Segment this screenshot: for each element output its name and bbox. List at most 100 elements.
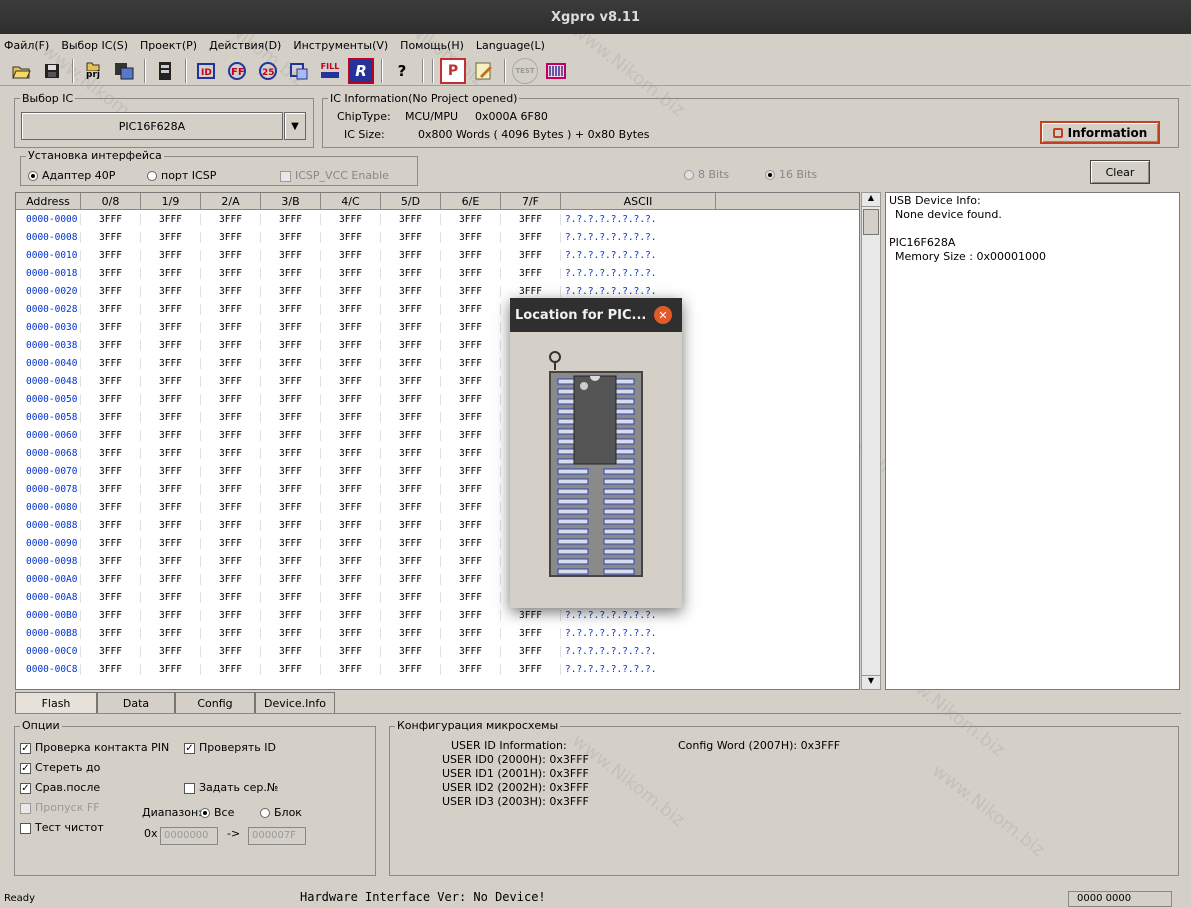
- 16-bits-radio[interactable]: 16 Bits: [765, 168, 817, 181]
- hex-cell[interactable]: 3FFF: [441, 393, 501, 405]
- hex-cell[interactable]: 3FFF: [81, 591, 141, 603]
- hex-cell[interactable]: 3FFF: [141, 447, 201, 459]
- hex-cell[interactable]: 3FFF: [321, 411, 381, 423]
- help-question-icon[interactable]: ?: [389, 58, 415, 84]
- tab-data[interactable]: Data: [97, 692, 175, 713]
- range-to-input[interactable]: 000007F: [248, 827, 306, 845]
- hex-cell[interactable]: 3FFF: [321, 645, 381, 657]
- hex-cell[interactable]: 3FFF: [81, 249, 141, 261]
- hex-cell[interactable]: 3FFF: [381, 411, 441, 423]
- hex-cell[interactable]: 3FFF: [261, 231, 321, 243]
- hex-cell[interactable]: 3FFF: [261, 519, 321, 531]
- hex-cell[interactable]: 3FFF: [81, 339, 141, 351]
- check-id-checkbox[interactable]: ✓ Проверять ID: [184, 741, 276, 754]
- hex-cell[interactable]: 3FFF: [441, 339, 501, 351]
- hex-cell[interactable]: 3FFF: [261, 411, 321, 423]
- hex-cell[interactable]: 3FFF: [381, 645, 441, 657]
- hex-cell[interactable]: 3FFF: [261, 609, 321, 621]
- hex-cell[interactable]: 3FFF: [381, 465, 441, 477]
- hex-cell[interactable]: 3FFF: [441, 501, 501, 513]
- hex-cell[interactable]: 3FFF: [321, 285, 381, 297]
- hex-cell[interactable]: 3FFF: [441, 429, 501, 441]
- hex-cell[interactable]: 3FFF: [321, 465, 381, 477]
- hex-cell[interactable]: 3FFF: [81, 429, 141, 441]
- hex-cell[interactable]: 3FFF: [321, 447, 381, 459]
- hex-cell[interactable]: 3FFF: [261, 339, 321, 351]
- hex-cell[interactable]: 3FFF: [381, 375, 441, 387]
- hex-cell[interactable]: 3FFF: [441, 663, 501, 675]
- hex-cell[interactable]: 3FFF: [321, 555, 381, 567]
- hex-cell[interactable]: 3FFF: [381, 231, 441, 243]
- hex-cell[interactable]: 3FFF: [321, 375, 381, 387]
- hex-cell[interactable]: 3FFF: [261, 249, 321, 261]
- blank-check-icon[interactable]: [286, 58, 312, 84]
- hex-cell[interactable]: 3FFF: [81, 411, 141, 423]
- hex-cell[interactable]: 3FFF: [381, 519, 441, 531]
- hex-cell[interactable]: 3FFF: [201, 609, 261, 621]
- hex-cell[interactable]: 3FFF: [81, 357, 141, 369]
- hex-cell[interactable]: 3FFF: [321, 591, 381, 603]
- hex-cell[interactable]: 3FFF: [201, 537, 261, 549]
- hex-cell[interactable]: 3FFF: [441, 645, 501, 657]
- hex-cell[interactable]: 3FFF: [441, 573, 501, 585]
- hex-cell[interactable]: 3FFF: [381, 537, 441, 549]
- read-r-icon[interactable]: R: [348, 57, 374, 84]
- read-icon[interactable]: FF: [224, 58, 250, 84]
- hex-cell[interactable]: 3FFF: [201, 285, 261, 297]
- hex-cell[interactable]: 3FFF: [441, 303, 501, 315]
- save-project-icon[interactable]: [111, 58, 137, 84]
- hex-cell[interactable]: 3FFF: [381, 357, 441, 369]
- hex-cell[interactable]: 3FFF: [381, 591, 441, 603]
- hex-cell[interactable]: 3FFF: [141, 663, 201, 675]
- hex-cell[interactable]: 3FFF: [441, 231, 501, 243]
- hex-cell[interactable]: 3FFF: [141, 519, 201, 531]
- hex-cell[interactable]: 3FFF: [381, 393, 441, 405]
- erase-before-checkbox[interactable]: ✓ Стереть до: [20, 761, 100, 774]
- verify-icon[interactable]: 25: [255, 58, 281, 84]
- hex-cell[interactable]: 3FFF: [501, 267, 561, 279]
- memory-chip-icon[interactable]: [152, 58, 178, 84]
- hex-cell[interactable]: 3FFF: [81, 465, 141, 477]
- hex-cell[interactable]: 3FFF: [261, 537, 321, 549]
- hex-cell[interactable]: 3FFF: [201, 501, 261, 513]
- hex-cell[interactable]: 3FFF: [321, 339, 381, 351]
- hex-cell[interactable]: 3FFF: [261, 357, 321, 369]
- hex-cell[interactable]: 3FFF: [261, 303, 321, 315]
- hex-cell[interactable]: 3FFF: [201, 339, 261, 351]
- hex-cell[interactable]: 3FFF: [81, 555, 141, 567]
- menu-actions[interactable]: Действия(D): [209, 39, 281, 52]
- hex-cell[interactable]: 3FFF: [261, 663, 321, 675]
- menu-tools[interactable]: Инструменты(V): [293, 39, 388, 52]
- hex-cell[interactable]: 3FFF: [441, 375, 501, 387]
- hex-cell[interactable]: 3FFF: [81, 285, 141, 297]
- hex-cell[interactable]: 3FFF: [441, 357, 501, 369]
- hex-cell[interactable]: 3FFF: [141, 537, 201, 549]
- hex-cell[interactable]: 3FFF: [261, 501, 321, 513]
- compare-after-checkbox[interactable]: ✓ Срав.после: [20, 781, 100, 794]
- hex-cell[interactable]: 3FFF: [381, 321, 441, 333]
- hex-cell[interactable]: 3FFF: [441, 555, 501, 567]
- hex-cell[interactable]: 3FFF: [321, 609, 381, 621]
- hex-cell[interactable]: 3FFF: [201, 357, 261, 369]
- hex-cell[interactable]: 3FFF: [381, 285, 441, 297]
- hex-cell[interactable]: 3FFF: [141, 627, 201, 639]
- scroll-up-icon[interactable]: ▲: [862, 193, 880, 207]
- tab-config[interactable]: Config: [175, 692, 255, 713]
- hex-cell[interactable]: 3FFF: [201, 267, 261, 279]
- hex-cell[interactable]: 3FFF: [321, 213, 381, 225]
- location-popup[interactable]: Location for PIC... ✕: [510, 298, 682, 608]
- hex-cell[interactable]: 3FFF: [261, 465, 321, 477]
- hex-cell[interactable]: 3FFF: [261, 591, 321, 603]
- hex-cell[interactable]: 3FFF: [441, 627, 501, 639]
- hex-cell[interactable]: 3FFF: [81, 663, 141, 675]
- hex-cell[interactable]: 3FFF: [81, 393, 141, 405]
- hex-cell[interactable]: 3FFF: [501, 627, 561, 639]
- hex-cell[interactable]: 3FFF: [441, 591, 501, 603]
- hex-cell[interactable]: 3FFF: [201, 447, 261, 459]
- hex-cell[interactable]: 3FFF: [141, 393, 201, 405]
- hex-cell[interactable]: 3FFF: [141, 573, 201, 585]
- hex-cell[interactable]: 3FFF: [81, 213, 141, 225]
- hex-cell[interactable]: 3FFF: [381, 501, 441, 513]
- hex-cell[interactable]: 3FFF: [321, 267, 381, 279]
- hex-cell[interactable]: 3FFF: [261, 429, 321, 441]
